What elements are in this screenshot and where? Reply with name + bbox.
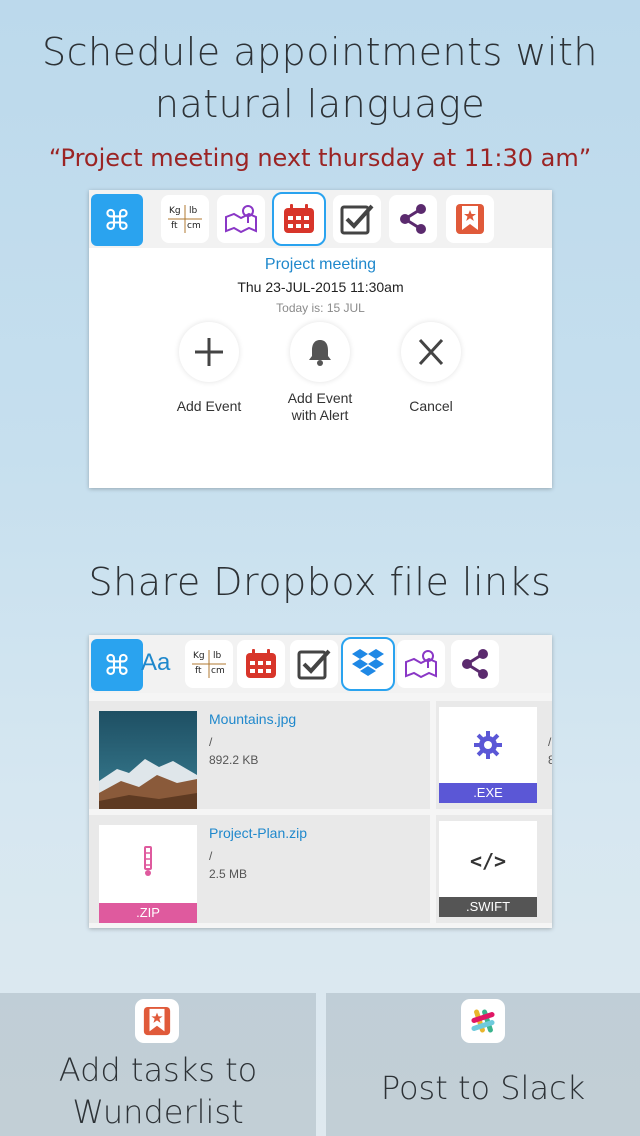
file-name[interactable]: Mountains.jpg	[209, 711, 296, 727]
slack-pane: Post to Slack	[326, 993, 640, 1136]
exe-tile: .EXE	[439, 707, 537, 803]
add-event-alert-button[interactable]: Add Event with Alert	[260, 322, 380, 424]
file-path: /	[548, 735, 552, 749]
code-icon: </>	[469, 849, 507, 873]
add-event-alert-line-2: with Alert	[291, 407, 349, 423]
bell-icon	[290, 322, 350, 382]
file-item-mountains[interactable]: Mountains.jpg / 892.2 KB	[89, 701, 430, 809]
event-datetime: Thu 23-JUL-2015 11:30am	[237, 279, 404, 295]
plus-icon	[179, 322, 239, 382]
calendar-icon[interactable]	[272, 192, 326, 246]
command-icon[interactable]: ⌘	[91, 639, 143, 691]
dropbox-card: ⌘ Aa Kg lb ft cm Mountains.jpg / 892.2 K…	[89, 635, 552, 928]
headline-line-1: Schedule appointments with	[42, 30, 598, 74]
add-event-alert-label: Add Event with Alert	[260, 390, 380, 424]
zip-thumbnail: .ZIP	[99, 825, 197, 923]
add-event-label: Add Event	[176, 398, 242, 414]
cancel-button[interactable]: Cancel	[371, 322, 491, 415]
headline-dropbox: Share Dropbox file links	[88, 560, 552, 604]
calendar-card: ⌘ Kg lb ft cm Project meeting Thu 23-JUL…	[89, 190, 552, 488]
toolbar: ⌘ Kg lb ft cm	[89, 190, 552, 248]
toolbar-dropbox: ⌘ Aa Kg lb ft cm	[89, 635, 552, 693]
unit-converter-icon[interactable]: Kg lb ft cm	[161, 195, 209, 243]
example-quote: “Project meeting next thursday at 11:30 …	[48, 144, 592, 172]
file-size: 8	[548, 753, 552, 767]
font-icon[interactable]: Aa	[141, 649, 170, 677]
add-event-button[interactable]: Add Event	[149, 322, 269, 415]
file-size: 2.5 MB	[209, 867, 248, 881]
swift-tile: </> .SWIFT	[439, 821, 537, 917]
today-label: Today is: 15 JUL	[276, 301, 365, 315]
exe-label: .EXE	[439, 783, 537, 803]
checkbox-icon[interactable]	[333, 195, 381, 243]
gear-icon	[439, 729, 537, 766]
share-icon[interactable]	[451, 640, 499, 688]
file-item-project-plan[interactable]: .ZIP Project-Plan.zip / 2.5 MB	[89, 815, 430, 923]
slack-caption: Post to Slack	[380, 1069, 586, 1107]
file-name[interactable]: Project-Plan.zip	[209, 825, 307, 841]
map-icon[interactable]	[217, 195, 265, 243]
unit-converter-icon[interactable]: Kg lb ft cm	[185, 640, 233, 688]
file-size: 892.2 KB	[209, 753, 259, 767]
headline-schedule: Schedule appointments with natural langu…	[0, 26, 640, 130]
file-item-swift[interactable]: </> .SWIFT	[436, 815, 552, 923]
cancel-label: Cancel	[409, 398, 453, 414]
add-event-alert-line-1: Add Event	[287, 390, 353, 406]
slack-icon	[461, 999, 505, 1043]
headline-line-2: natural language	[154, 82, 486, 126]
wunderlist-pane: Add tasks to Wunderlist	[0, 993, 316, 1136]
close-icon	[401, 322, 461, 382]
caption-line-1: Add tasks to	[58, 1051, 258, 1089]
wunderlist-icon[interactable]	[446, 195, 494, 243]
wunderlist-icon	[135, 999, 179, 1043]
zip-label: .ZIP	[99, 903, 197, 923]
checkbox-icon[interactable]	[290, 640, 338, 688]
mountain-thumbnail	[99, 711, 197, 809]
dropbox-icon[interactable]	[341, 637, 395, 691]
file-item-exe[interactable]: .EXE / 8	[436, 701, 552, 809]
file-path: /	[209, 849, 213, 863]
map-icon[interactable]	[397, 640, 445, 688]
file-path: /	[209, 735, 213, 749]
event-title: Project meeting	[264, 256, 377, 273]
swift-label: .SWIFT	[439, 897, 537, 917]
calendar-icon[interactable]	[237, 640, 285, 688]
command-icon[interactable]: ⌘	[91, 194, 143, 246]
share-icon[interactable]	[389, 195, 437, 243]
caption-line-2: Wunderlist	[72, 1093, 244, 1131]
wunderlist-caption: Add tasks to Wunderlist	[0, 1049, 316, 1133]
